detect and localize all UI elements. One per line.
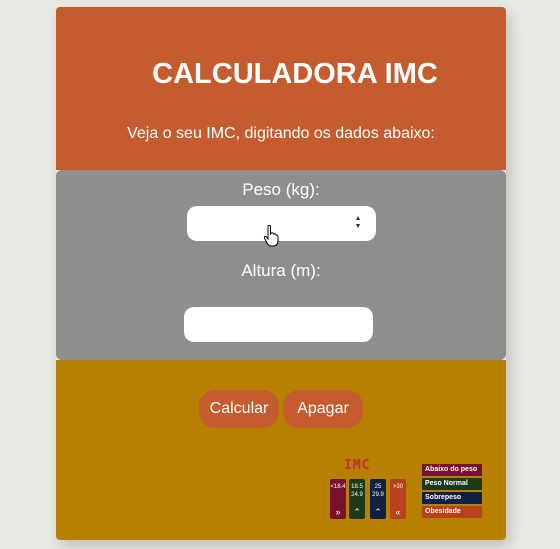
peso-label: Peso (kg): [242, 180, 320, 199]
calcular-button[interactable]: Calcular [199, 390, 279, 428]
legend-item: Abaixo do peso [422, 464, 482, 476]
number-spinner-icon[interactable]: ▲ ▼ [351, 214, 365, 232]
double-chevron-left-icon: « [395, 507, 401, 517]
imc-column-obese: >30 « [390, 479, 406, 519]
legend-item: Obesidade [422, 506, 482, 518]
imc-column-label: 25 29.9 [372, 484, 384, 498]
page-title: CALCULADORA IMC [152, 58, 438, 90]
peso-input[interactable] [187, 206, 376, 241]
imc-calculator-card: CALCULADORA IMC Veja o seu IMC, digitand… [56, 7, 506, 540]
imc-legend: Abaixo do peso Peso Normal Sobrepeso Obe… [422, 464, 482, 520]
page-subtitle: Veja o seu IMC, digitando os dados abaix… [127, 125, 435, 142]
hand-cursor-icon [263, 225, 279, 247]
imc-column-normal: 18.5 24.9 ⌃ [349, 479, 365, 519]
double-chevron-up-icon: ⌃ [374, 507, 382, 517]
legend-item: Peso Normal [422, 478, 482, 490]
form-section: Peso (kg): ▲ ▼ Altura (m): [56, 170, 506, 360]
apagar-button[interactable]: Apagar [283, 390, 363, 428]
altura-label: Altura (m): [241, 261, 321, 280]
double-chevron-right-icon: » [335, 507, 341, 517]
double-chevron-up-icon: ⌃ [353, 507, 361, 517]
altura-input[interactable] [184, 307, 373, 342]
imc-column-label: <18.4 [330, 484, 346, 490]
imc-column-label: >30 [392, 484, 404, 490]
footer-section: Calcular Apagar IMC <18.4 » 18.5 24.9 ⌃ … [56, 360, 506, 540]
imc-column-label: 18.5 24.9 [351, 484, 363, 498]
imc-column-overweight: 25 29.9 ⌃ [370, 479, 386, 519]
header: CALCULADORA IMC Veja o seu IMC, digitand… [56, 7, 506, 170]
imc-chart-title: IMC [344, 458, 371, 473]
imc-column-underweight: <18.4 » [330, 479, 346, 519]
legend-item: Sobrepeso [422, 492, 482, 504]
